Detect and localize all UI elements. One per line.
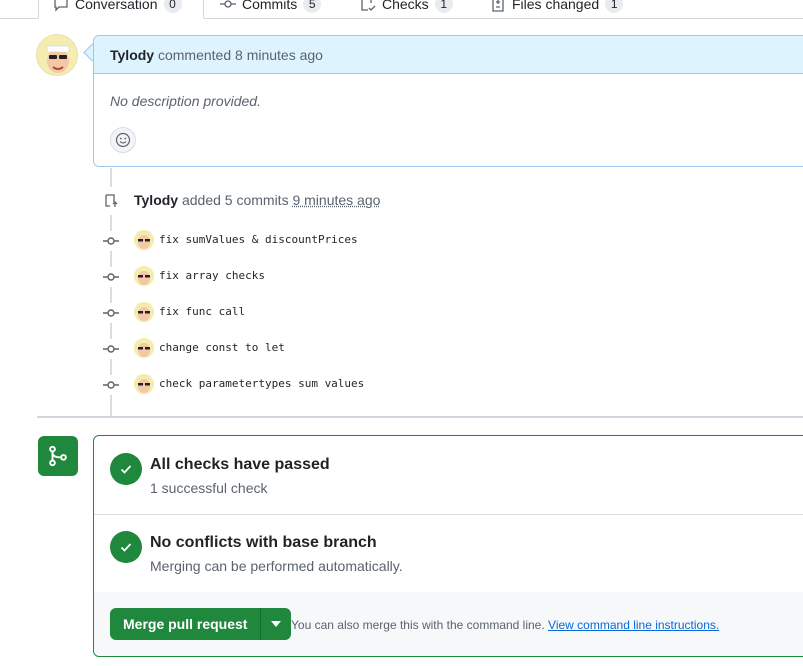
comment-time[interactable]: 8 minutes ago	[235, 47, 323, 63]
git-commit-icon	[101, 375, 121, 395]
comment-icon	[53, 0, 69, 12]
add-reaction-button[interactable]	[110, 127, 136, 153]
git-commit-icon	[101, 303, 121, 323]
repo-push-icon	[97, 187, 125, 215]
push-event: Tylody added 5 commits 9 minutes ago	[134, 192, 380, 208]
command-line-instructions-link[interactable]: View command line instructions.	[548, 618, 719, 632]
commit-icon	[220, 0, 236, 12]
merge-actions: Merge pull request You can also merge th…	[94, 592, 803, 656]
conflicts-subtitle: Merging can be performed automatically.	[150, 558, 403, 574]
tab-count: 0	[164, 0, 182, 13]
comment-box: Tylody commented 8 minutes ago No descri…	[93, 35, 803, 167]
git-commit-icon	[101, 231, 121, 251]
merge-pull-request-button[interactable]: Merge pull request	[110, 608, 261, 640]
file-diff-icon	[490, 0, 506, 12]
tab-commits[interactable]: Commits 5	[220, 0, 321, 18]
tab-count: 5	[303, 0, 321, 13]
tab-label: Conversation	[75, 0, 158, 12]
tab-label: Files changed	[512, 0, 599, 12]
avatar[interactable]	[36, 34, 78, 76]
check-icon	[110, 531, 142, 563]
push-action: added 5 commits	[182, 192, 289, 208]
commit-row: change const to let	[101, 337, 121, 361]
comment-author[interactable]: Tylody	[110, 47, 154, 63]
commit-row: fix sumValues & discountPrices	[101, 229, 121, 253]
triangle-down-icon	[271, 621, 281, 627]
tab-count: 1	[435, 0, 453, 13]
conflicts-section: No conflicts with base branch Merging ca…	[94, 514, 803, 593]
avatar-icon	[37, 35, 78, 76]
merge-hint-text: You can also merge this with the command…	[291, 618, 545, 632]
tab-label: Checks	[382, 0, 429, 12]
check-icon	[110, 453, 142, 485]
commit-avatar[interactable]	[134, 230, 154, 250]
commit-message[interactable]: fix sumValues & discountPrices	[159, 233, 358, 246]
checks-section[interactable]: All checks have passed 1 successful chec…	[94, 436, 803, 515]
commit-message[interactable]: change const to let	[159, 341, 285, 354]
commit-message[interactable]: fix func call	[159, 305, 245, 318]
commit-avatar[interactable]	[134, 266, 154, 286]
git-merge-icon	[38, 436, 78, 476]
tab-files-changed[interactable]: Files changed 1	[490, 0, 623, 18]
pr-tab-bar: Conversation 0 Commits 5 Checks 1 Files …	[0, 0, 803, 19]
comment-header: Tylody commented 8 minutes ago	[94, 36, 803, 74]
merge-hint: You can also merge this with the command…	[291, 618, 719, 632]
git-commit-icon	[101, 267, 121, 287]
commit-row: fix array checks	[101, 265, 121, 289]
tab-count: 1	[605, 0, 623, 13]
commit-message[interactable]: check parametertypes sum values	[159, 377, 364, 390]
checks-subtitle: 1 successful check	[150, 480, 268, 496]
merge-button-group: Merge pull request	[110, 608, 291, 640]
smiley-icon	[115, 132, 131, 148]
commit-row: fix func call	[101, 301, 121, 325]
merge-options-dropdown[interactable]	[261, 608, 291, 640]
commit-avatar[interactable]	[134, 302, 154, 322]
checks-title: All checks have passed	[150, 456, 330, 474]
checklist-icon	[360, 0, 376, 12]
conflicts-title: No conflicts with base branch	[150, 534, 377, 552]
tab-checks[interactable]: Checks 1	[360, 0, 453, 18]
tab-label: Commits	[242, 0, 297, 12]
timeline-divider	[37, 416, 803, 418]
push-author[interactable]: Tylody	[134, 192, 178, 208]
commit-message[interactable]: fix array checks	[159, 269, 265, 282]
tab-conversation[interactable]: Conversation 0	[38, 0, 204, 19]
merge-box: All checks have passed 1 successful chec…	[93, 435, 803, 657]
git-commit-icon	[101, 339, 121, 359]
comment-body: No description provided.	[110, 93, 261, 109]
commit-avatar[interactable]	[134, 374, 154, 394]
comment-action: commented	[158, 47, 231, 63]
push-time[interactable]: 9 minutes ago	[292, 192, 380, 208]
commit-avatar[interactable]	[134, 338, 154, 358]
commit-row: check parametertypes sum values	[101, 373, 121, 397]
